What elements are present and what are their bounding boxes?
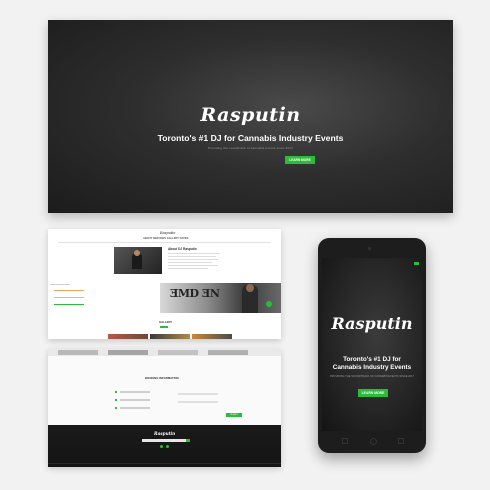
gallery-tab-active[interactable] — [160, 326, 168, 328]
form-bullet — [115, 407, 117, 409]
desktop-hero-mockup: Rasputin Toronto's #1 DJ for Cannabis In… — [48, 20, 453, 213]
booking-heading: BOOKING INFORMATION — [145, 376, 179, 380]
gallery-strip — [48, 349, 281, 356]
banner-graffiti: ƎMD ƎN — [170, 287, 220, 300]
text-line — [168, 268, 208, 269]
preview-logo: Rasputin — [160, 231, 176, 235]
booking-submit-button[interactable]: SUBMIT — [226, 413, 242, 417]
gallery-thumb[interactable] — [58, 350, 98, 355]
gallery-thumb[interactable] — [208, 350, 248, 355]
gallery-thumb[interactable] — [192, 334, 232, 339]
phone-logo: Rasputin — [331, 314, 413, 333]
footer-logo: Rasputin — [154, 431, 176, 436]
dj-head — [134, 250, 140, 256]
text-line — [168, 256, 216, 257]
text-line — [168, 262, 212, 263]
divider — [58, 242, 271, 243]
page-preview-top: Rasputin ABOUT SERVICES GALLERY DATES Ab… — [48, 229, 281, 339]
about-heading: About DJ Rasputin — [168, 247, 197, 251]
about-photo — [114, 247, 162, 274]
form-field[interactable] — [120, 399, 150, 401]
social-icon[interactable] — [166, 445, 169, 448]
person-head — [246, 284, 254, 292]
form-bullet — [115, 399, 117, 401]
phone-subtitle: PROVIDING THE SOUNDTRACK OF CANNABIS EVE… — [330, 375, 414, 378]
gallery-thumb[interactable] — [108, 350, 148, 355]
footer-divider — [48, 463, 281, 464]
gallery-heading: GALLERY — [159, 320, 173, 324]
text-line — [168, 259, 218, 260]
nav-recent-icon[interactable] — [398, 438, 404, 444]
green-badge — [266, 301, 272, 307]
footer: Rasputin — [48, 425, 281, 467]
newsletter-submit-button[interactable] — [186, 439, 190, 442]
form-field[interactable] — [120, 391, 150, 393]
nav-home-icon[interactable] — [370, 438, 377, 445]
event-banner-image: ƎMD ƎN — [160, 283, 281, 313]
phone-screen: Rasputin Toronto's #1 DJ for Cannabis In… — [322, 258, 422, 431]
hero-logo: Rasputin — [200, 104, 301, 126]
page-preview-bottom: BOOKING INFORMATION SUBMIT Rasputin — [48, 349, 281, 467]
preview-nav[interactable]: ABOUT SERVICES GALLERY DATES — [143, 237, 188, 240]
nav-back-icon[interactable] — [342, 438, 348, 444]
phone-title: Toronto's #1 DJ for Cannabis Industry Ev… — [332, 356, 412, 371]
text-line — [168, 265, 218, 266]
text-line — [168, 253, 220, 254]
service-line-green — [54, 304, 84, 305]
social-icon[interactable] — [160, 445, 163, 448]
gallery-thumb[interactable] — [150, 334, 190, 339]
camera-icon — [368, 247, 371, 250]
service-line-accent — [54, 290, 84, 291]
service-line — [54, 297, 84, 298]
newsletter-input[interactable] — [142, 439, 188, 442]
hero-subtitle: Providing the soundtrack of cannabis eve… — [207, 146, 293, 150]
phone-mockup: Rasputin Toronto's #1 DJ for Cannabis In… — [318, 238, 426, 453]
hero-title: Toronto's #1 DJ for Cannabis Industry Ev… — [157, 133, 344, 143]
gallery-thumb[interactable] — [158, 350, 198, 355]
form-field[interactable] — [178, 393, 218, 395]
gallery-thumb[interactable] — [108, 334, 148, 339]
form-field[interactable] — [120, 407, 150, 409]
form-bullet — [115, 391, 117, 393]
service-line — [50, 284, 70, 285]
hero-learn-more-button[interactable]: LEARN MORE — [285, 156, 315, 164]
phone-learn-more-button[interactable]: LEARN MORE — [358, 389, 388, 397]
form-field[interactable] — [178, 401, 218, 403]
menu-icon[interactable] — [414, 262, 419, 265]
